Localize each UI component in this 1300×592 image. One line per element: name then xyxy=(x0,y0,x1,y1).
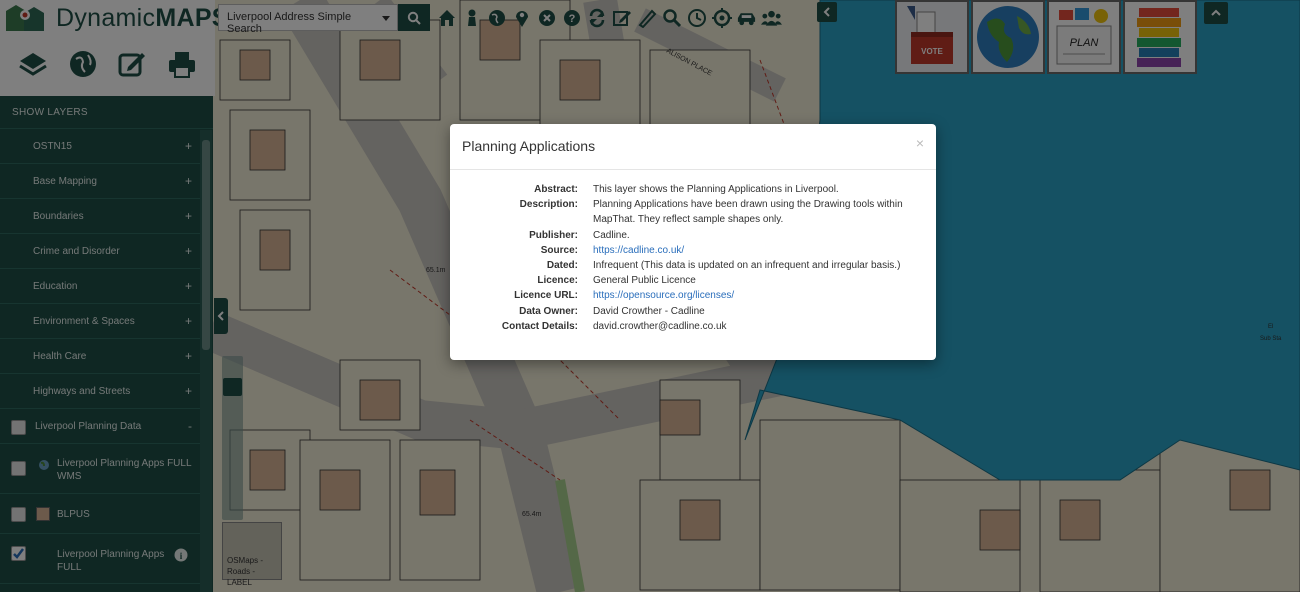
info-value: Infrequent (This data is updated on an i… xyxy=(593,260,901,272)
modal-info-row: Publisher: Cadline. xyxy=(450,228,936,243)
modal-info-row: Contact Details: david.crowther@cadline.c… xyxy=(450,319,936,334)
info-value: Cadline. xyxy=(593,229,630,241)
info-label: Licence: xyxy=(537,275,578,287)
modal-info-row: Source: https://cadline.co.uk/ xyxy=(450,243,936,258)
info-label: Description: xyxy=(519,199,578,211)
info-label: Abstract: xyxy=(534,184,578,195)
info-label: Data Owner: xyxy=(519,305,578,317)
modal-title: Planning Applications xyxy=(462,138,596,154)
info-label: Licence URL: xyxy=(514,290,578,302)
modal-info-row: Data Owner: David Crowther - Cadline xyxy=(450,304,936,319)
info-link[interactable]: https://opensource.org/licenses/ xyxy=(593,288,913,303)
info-link[interactable]: https://cadline.co.uk/ xyxy=(593,243,913,258)
info-value: General Public Licence xyxy=(593,275,696,287)
info-label: Dated: xyxy=(546,260,578,272)
modal-info-row: Dated: Infrequent (This data is updated o… xyxy=(450,258,936,273)
modal-info-row: Description: Planning Applications have b… xyxy=(450,197,936,227)
info-value: This layer shows the Planning Applicatio… xyxy=(593,184,839,195)
modal-info-row: Abstract: This layer shows the Planning A… xyxy=(450,182,936,197)
close-icon[interactable]: × xyxy=(916,135,924,151)
modal-divider xyxy=(450,169,936,170)
info-label: Contact Details: xyxy=(501,320,578,332)
modal-info-row: Licence URL: https://opensource.org/licen… xyxy=(450,288,936,303)
modal-info-row: Licence: General Public Licence xyxy=(450,273,936,288)
info-value: David Crowther - Cadline xyxy=(593,305,705,317)
layer-info-modal: Planning Applications × Abstract: This la… xyxy=(450,124,936,360)
info-label: Publisher: xyxy=(529,229,578,241)
info-value: Planning Applications have been drawn us… xyxy=(593,199,903,226)
modal-body: Abstract: This layer shows the Planning A… xyxy=(450,182,936,334)
info-value: david.crowther@cadline.co.uk xyxy=(593,320,727,332)
info-label: Source: xyxy=(540,244,578,256)
